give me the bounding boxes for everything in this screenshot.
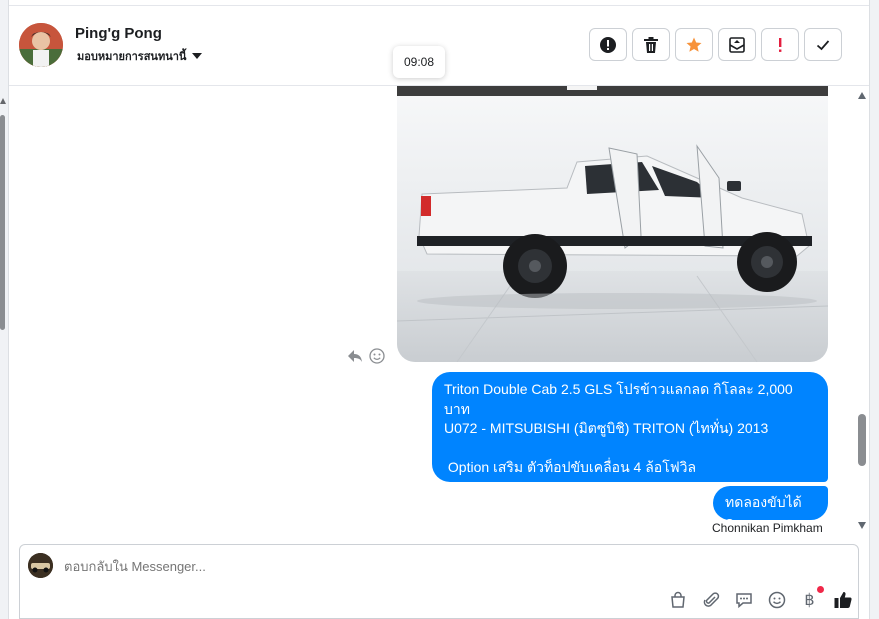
saved-replies-button[interactable] bbox=[733, 589, 754, 610]
report-button[interactable] bbox=[589, 28, 627, 61]
mark-done-button[interactable] bbox=[804, 28, 842, 61]
reply-input[interactable] bbox=[64, 559, 664, 574]
message-thread: Triton Double Cab 2.5 GLS โปรข้าวแลกลด ก… bbox=[9, 86, 854, 538]
mark-important-button[interactable] bbox=[761, 28, 799, 61]
emoji-button[interactable] bbox=[766, 589, 787, 610]
message-actions bbox=[347, 348, 385, 364]
right-panel-edge bbox=[869, 0, 879, 619]
shopping-bag-icon bbox=[670, 591, 685, 608]
timestamp-tooltip: 09:08 bbox=[393, 46, 445, 78]
attach-button[interactable] bbox=[700, 589, 721, 610]
sender-name: Chonnikan Pimkham bbox=[712, 521, 823, 535]
check-icon bbox=[816, 39, 830, 50]
star-button[interactable] bbox=[675, 28, 713, 61]
thumbs-up-icon bbox=[834, 591, 852, 608]
notification-dot bbox=[817, 586, 824, 593]
left-scroll-up-arrow[interactable] bbox=[0, 98, 6, 104]
message-bubble-listing[interactable]: Triton Double Cab 2.5 GLS โปรข้าวแลกลด ก… bbox=[432, 372, 828, 495]
alert-circle-icon bbox=[600, 36, 616, 53]
like-button[interactable] bbox=[832, 589, 853, 610]
smiley-icon bbox=[768, 591, 785, 608]
car-photo-icon bbox=[397, 86, 828, 362]
chat-bubble-icon bbox=[735, 592, 752, 608]
trash-icon bbox=[644, 36, 658, 53]
message-image-car[interactable] bbox=[397, 86, 828, 362]
emoji-react-icon[interactable] bbox=[369, 348, 385, 364]
page-avatar bbox=[28, 553, 53, 578]
shop-button[interactable] bbox=[667, 589, 688, 610]
left-panel-edge bbox=[0, 0, 9, 619]
scroll-down-arrow[interactable] bbox=[858, 522, 866, 529]
star-icon bbox=[686, 37, 702, 52]
delete-button[interactable] bbox=[632, 28, 670, 61]
paperclip-icon bbox=[703, 591, 719, 607]
mark-unread-icon bbox=[729, 36, 745, 53]
baht-icon: ฿ bbox=[804, 590, 815, 609]
chevron-down-icon bbox=[192, 53, 203, 59]
payment-button[interactable]: ฿ bbox=[799, 586, 824, 610]
header-actions bbox=[589, 28, 842, 61]
mark-unread-button[interactable] bbox=[718, 28, 756, 61]
contact-name[interactable]: Ping'g Pong bbox=[75, 25, 162, 42]
contact-avatar[interactable] bbox=[19, 23, 63, 67]
exclamation-icon bbox=[779, 37, 782, 52]
assign-label: มอบหมายการสนทนานี้ bbox=[77, 51, 187, 63]
reply-icon[interactable] bbox=[347, 349, 363, 363]
composer-tools: ฿ bbox=[667, 586, 853, 610]
inbox-window: Ping'g Pong มอบหมายการสนทนานี้ 09:08 Tri… bbox=[0, 0, 879, 619]
left-scrollbar-thumb[interactable] bbox=[0, 115, 5, 330]
scroll-up-arrow[interactable] bbox=[858, 92, 866, 99]
assign-conversation-dropdown[interactable]: มอบหมายการสนทนานี้ bbox=[77, 47, 203, 65]
scrollbar-thumb[interactable] bbox=[858, 414, 866, 466]
reply-composer: ฿ bbox=[19, 544, 859, 619]
message-bubble-test-drive[interactable]: ทดลองขับได้คะ bbox=[713, 486, 828, 530]
thread-scrollbar[interactable] bbox=[856, 86, 868, 538]
